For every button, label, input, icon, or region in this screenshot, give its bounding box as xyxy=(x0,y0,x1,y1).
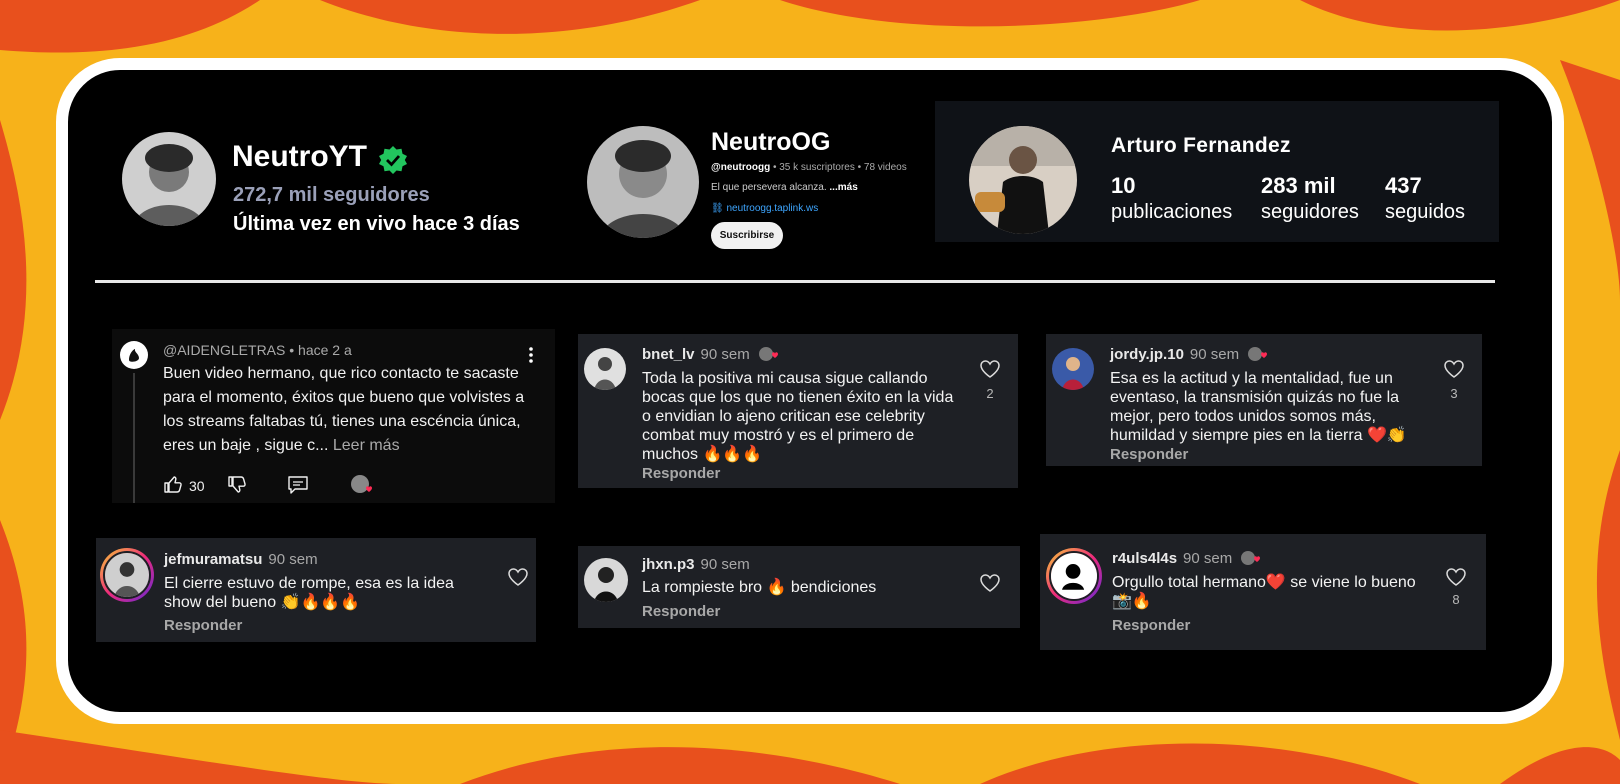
read-more-link[interactable]: Leer más xyxy=(328,437,400,454)
thumbs-up-icon xyxy=(163,474,183,498)
commenter-avatar[interactable] xyxy=(1046,548,1102,604)
heart-icon[interactable] xyxy=(1444,360,1464,378)
instagram-stat-following[interactable]: 437 seguidos xyxy=(1385,173,1465,225)
comment-header: jhxn.p3 90 sem xyxy=(642,554,750,573)
comment-username[interactable]: @AIDENGLETRAS xyxy=(163,342,285,358)
comment-text: Toda la positiva mi causa sigue callando… xyxy=(642,370,954,463)
twitch-avatar[interactable] xyxy=(122,132,216,226)
twitch-channel-name[interactable]: NeutroYT xyxy=(232,140,367,174)
twitch-followers: 272,7 mil seguidores xyxy=(233,184,430,206)
reply-button[interactable]: Responder xyxy=(642,603,720,620)
comment-text: Buen video hermano, que rico contacto te… xyxy=(163,362,535,458)
instagram-username: Arturo Fernandez xyxy=(1111,134,1291,157)
reply-button[interactable]: Responder xyxy=(164,617,242,634)
comment-text: Esa es la actitud y la mentalidad, fue u… xyxy=(1110,370,1407,444)
comment-username[interactable]: jordy.jp.10 xyxy=(1110,346,1184,363)
youtube-avatar[interactable] xyxy=(587,126,699,238)
stat-number: 437 xyxy=(1385,173,1422,198)
comment-text: La rompieste bro 🔥 bendiciones xyxy=(642,579,877,596)
main-panel: NeutroYT 272,7 mil seguidores Última vez… xyxy=(56,58,1564,724)
stat-label: seguidores xyxy=(1261,201,1359,223)
instagram-profile-card: Arturo Fernandez 10 publicaciones 283 mil… xyxy=(935,101,1499,242)
youtube-channel-meta: @neutroogg • 35 k suscriptores • 78 vide… xyxy=(711,162,907,173)
like-count: 3 xyxy=(1450,386,1458,401)
subscribe-button[interactable]: Suscribirse xyxy=(711,222,783,249)
instagram-stat-posts[interactable]: 10 publicaciones xyxy=(1111,173,1232,225)
comment-time: 90 sem xyxy=(1183,550,1233,567)
instagram-stat-followers[interactable]: 283 mil seguidores xyxy=(1261,173,1359,225)
youtube-link-text[interactable]: neutroogg.taplink.ws xyxy=(726,203,818,214)
heart-icon[interactable] xyxy=(1446,568,1466,586)
youtube-external-link[interactable]: ⛓ neutroogg.taplink.ws xyxy=(711,203,818,214)
comment-card: bnet_lv 90 sem Toda la positiva mi causa … xyxy=(578,334,1018,488)
comment-header: jefmuramatsu 90 sem xyxy=(164,549,318,568)
comment-username[interactable]: bnet_lv xyxy=(642,346,695,363)
reply-button[interactable]: Responder xyxy=(1112,617,1190,634)
stat-number: 10 xyxy=(1111,173,1136,198)
youtube-handle: @neutroogg xyxy=(711,162,771,173)
more-options-icon[interactable] xyxy=(528,347,534,363)
comment-username[interactable]: jefmuramatsu xyxy=(164,551,262,568)
twitch-last-live: Última vez en vivo hace 3 días xyxy=(233,213,520,235)
youtube-more-link[interactable]: ...más xyxy=(829,182,857,193)
instagram-avatar[interactable] xyxy=(969,126,1077,234)
stat-label: seguidos xyxy=(1385,201,1466,223)
comment-header: jordy.jp.10 90 sem xyxy=(1110,344,1272,363)
verified-icon xyxy=(378,145,408,179)
thumbs-down-icon xyxy=(227,476,247,499)
comment-time: 90 sem xyxy=(1189,346,1240,363)
like-button[interactable]: 30 xyxy=(163,474,205,498)
reply-button[interactable]: Responder xyxy=(1110,446,1188,463)
author-liked-icon xyxy=(1244,344,1272,363)
comment-header: bnet_lv 90 sem xyxy=(642,344,783,363)
like-count: 8 xyxy=(1452,592,1460,607)
like-count: 30 xyxy=(189,478,205,494)
heart-icon[interactable] xyxy=(980,574,1000,592)
comment-username[interactable]: r4uls4l4s xyxy=(1112,550,1177,567)
commenter-avatar[interactable] xyxy=(1052,348,1094,390)
author-liked-icon xyxy=(1237,548,1265,567)
comment-time: 90 sem xyxy=(700,556,750,573)
commenter-avatar[interactable] xyxy=(584,348,626,390)
youtube-stats: • 35 k suscriptores • 78 videos xyxy=(770,162,907,173)
reply-button[interactable] xyxy=(287,475,309,499)
comment-header: r4uls4l4s 90 sem xyxy=(1112,548,1265,567)
comment-time: 90 sem xyxy=(268,551,318,568)
comment-header: @AIDENGLETRAS • hace 2 a xyxy=(163,342,352,358)
comment-text: El cierre estuvo de rompe, esa es la ide… xyxy=(164,575,454,611)
comment-card: r4uls4l4s 90 sem Orgullo total hermano❤️ … xyxy=(1040,534,1486,650)
creator-heart-icon xyxy=(350,474,374,500)
author-liked-icon xyxy=(755,344,783,363)
stat-label: publicaciones xyxy=(1111,201,1233,223)
commenter-avatar[interactable] xyxy=(584,558,628,602)
heart-icon[interactable] xyxy=(980,360,1000,378)
youtube-comment: @AIDENGLETRAS • hace 2 a Buen video herm… xyxy=(112,329,555,503)
stat-number: 283 mil xyxy=(1261,173,1336,198)
thread-line xyxy=(133,373,135,503)
commenter-avatar[interactable] xyxy=(100,548,154,602)
reply-icon xyxy=(287,476,309,499)
section-divider xyxy=(95,280,1495,283)
comment-text: Orgullo total hermano❤️ se viene lo buen… xyxy=(1112,574,1416,610)
commenter-avatar[interactable] xyxy=(120,341,148,369)
dislike-button[interactable] xyxy=(227,475,247,499)
comment-card: jhxn.p3 90 sem La rompieste bro 🔥 bendici… xyxy=(578,546,1020,628)
youtube-description: El que persevera alcanza. ...más xyxy=(711,182,858,193)
comment-username[interactable]: jhxn.p3 xyxy=(642,556,695,573)
youtube-channel-name[interactable]: NeutroOG xyxy=(711,128,830,157)
comment-card: jordy.jp.10 90 sem Esa es la actitud y la… xyxy=(1046,334,1482,466)
comment-time: 90 sem xyxy=(700,346,750,363)
youtube-description-text: El que persevera alcanza. xyxy=(711,182,830,193)
reply-button[interactable]: Responder xyxy=(642,465,720,482)
comment-card: jefmuramatsu 90 sem El cierre estuvo de r… xyxy=(96,538,536,642)
comment-time: • hace 2 a xyxy=(285,342,352,358)
like-count: 2 xyxy=(986,386,994,401)
link-icon: ⛓ xyxy=(711,203,727,214)
heart-icon[interactable] xyxy=(508,568,528,586)
